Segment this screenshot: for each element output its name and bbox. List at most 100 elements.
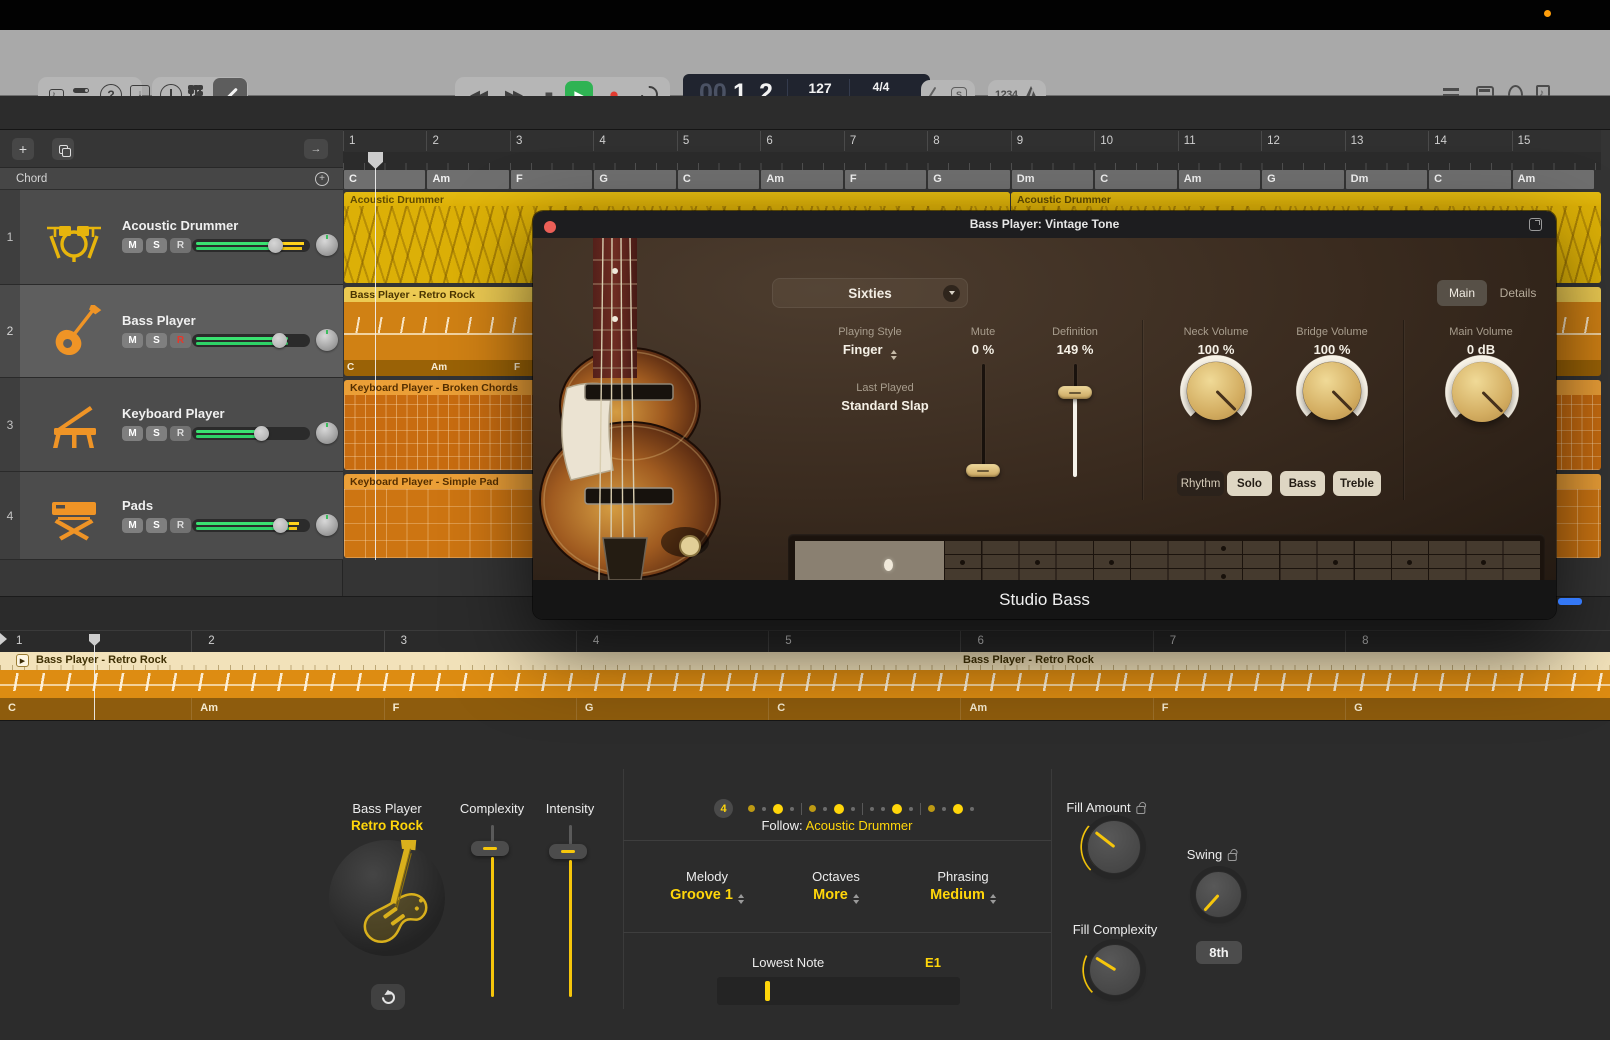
- pattern-dot[interactable]: [834, 804, 844, 814]
- fretboard-display[interactable]: [788, 534, 1545, 580]
- track-name[interactable]: Acoustic Drummer: [122, 218, 238, 233]
- chord-chip[interactable]: F: [845, 170, 926, 189]
- pattern-dot[interactable]: [970, 807, 974, 811]
- track-name[interactable]: Pads: [122, 498, 153, 513]
- complexity-slider-track[interactable]: [491, 857, 494, 997]
- chord-track[interactable]: CAmFGCAmFGDmCAmGDmCAm: [344, 170, 1602, 189]
- pickup-treble-button[interactable]: Treble: [1333, 471, 1381, 496]
- mute-button[interactable]: M: [122, 238, 143, 253]
- volume-slider[interactable]: [192, 519, 310, 532]
- intensity-slider-handle[interactable]: [549, 844, 587, 859]
- lowest-note-handle[interactable]: [765, 981, 770, 1001]
- follow-row[interactable]: Follow: Acoustic Drummer: [623, 818, 1051, 833]
- tick-ruler[interactable]: [343, 152, 1601, 170]
- pattern-dot[interactable]: [881, 807, 885, 811]
- chord-chip[interactable]: Dm: [1346, 170, 1427, 189]
- preset-chevron-icon[interactable]: [943, 285, 960, 302]
- pan-knob[interactable]: [316, 329, 338, 351]
- follow-value[interactable]: Acoustic Drummer: [806, 818, 913, 833]
- pattern-dot[interactable]: [748, 805, 755, 812]
- lowest-note-slider[interactable]: [717, 977, 960, 1005]
- intensity-slider-track[interactable]: [569, 860, 572, 997]
- scroll-indicator[interactable]: [1558, 598, 1582, 605]
- plugin-tab-main[interactable]: Main: [1437, 280, 1487, 306]
- chord-chip[interactable]: G: [928, 170, 1009, 189]
- pattern-dot[interactable]: [920, 803, 921, 815]
- pattern-dot[interactable]: [862, 803, 863, 815]
- chord-chip[interactable]: C: [344, 170, 425, 189]
- plugin-preset-select[interactable]: Sixties: [772, 278, 968, 308]
- pattern-dot[interactable]: [801, 803, 802, 815]
- chord-chip[interactable]: G: [594, 170, 675, 189]
- mute-slider-track[interactable]: [982, 364, 985, 477]
- solo-button[interactable]: S: [146, 333, 167, 348]
- region-play-icon[interactable]: ▶: [16, 654, 29, 667]
- chord-chip[interactable]: G: [1262, 170, 1343, 189]
- pickup-bass-button[interactable]: Bass: [1280, 471, 1325, 496]
- pattern-dot[interactable]: [790, 807, 794, 811]
- chord-chip[interactable]: Dm: [1012, 170, 1093, 189]
- pattern-dot[interactable]: [928, 805, 935, 812]
- chord-chip[interactable]: F: [511, 170, 592, 189]
- plugin-titlebar[interactable]: Bass Player: Vintage Tone: [533, 211, 1556, 238]
- add-track-button[interactable]: +: [12, 138, 34, 160]
- pattern-dot[interactable]: [870, 807, 874, 811]
- pattern-dot[interactable]: [851, 807, 855, 811]
- pattern-dot[interactable]: [823, 807, 827, 811]
- record-enable-button[interactable]: R: [170, 518, 191, 533]
- lock-open-icon[interactable]: [1228, 853, 1237, 861]
- pan-knob[interactable]: [316, 514, 338, 536]
- solo-button[interactable]: S: [146, 518, 167, 533]
- swing-rate-button[interactable]: 8th: [1196, 941, 1242, 964]
- chord-chip[interactable]: C: [678, 170, 759, 189]
- chord-chip[interactable]: C: [1095, 170, 1176, 189]
- pan-knob[interactable]: [316, 234, 338, 256]
- volume-slider[interactable]: [192, 239, 310, 252]
- chord-chip[interactable]: Am: [1179, 170, 1260, 189]
- chord-chip[interactable]: Am: [1513, 170, 1594, 189]
- player-preset[interactable]: Retro Rock: [351, 818, 423, 833]
- octaves-value[interactable]: More: [813, 887, 859, 904]
- plugin-window-bass-player[interactable]: Bass Player: Vintage Tone: [533, 211, 1556, 619]
- bridge-volume-knob[interactable]: [1303, 362, 1361, 420]
- track-name[interactable]: Keyboard Player: [122, 406, 225, 421]
- solo-button[interactable]: S: [146, 238, 167, 253]
- plugin-tab-details[interactable]: Details: [1491, 280, 1545, 306]
- chord-add-icon[interactable]: +: [315, 172, 329, 186]
- mute-button[interactable]: M: [122, 333, 143, 348]
- pattern-dot[interactable]: [892, 804, 902, 814]
- pattern-dot[interactable]: [953, 804, 963, 814]
- volume-slider[interactable]: [192, 334, 310, 347]
- pickup-solo-button[interactable]: Solo: [1227, 471, 1272, 496]
- lock-open-icon[interactable]: [1137, 806, 1146, 814]
- chord-chip[interactable]: Am: [427, 170, 508, 189]
- pattern-dot[interactable]: [909, 807, 913, 811]
- record-enable-button[interactable]: R: [170, 238, 191, 253]
- solo-button[interactable]: S: [146, 426, 167, 441]
- chord-chip[interactable]: C: [1429, 170, 1510, 189]
- editor-region-header[interactable]: ▶ Bass Player - Retro Rock Bass Player -…: [0, 652, 1610, 670]
- fill-complexity-knob[interactable]: [1089, 944, 1141, 996]
- main-volume-knob[interactable]: [1452, 362, 1512, 422]
- duplicate-track-button[interactable]: [52, 138, 74, 160]
- pattern-dot[interactable]: [773, 804, 783, 814]
- phrasing-value[interactable]: Medium: [930, 887, 996, 904]
- definition-slider-handle[interactable]: [1058, 386, 1092, 399]
- playing-style-value[interactable]: Finger: [843, 342, 897, 360]
- chord-chip[interactable]: Am: [761, 170, 842, 189]
- mute-button[interactable]: M: [122, 518, 143, 533]
- fill-amount-knob[interactable]: [1087, 820, 1141, 874]
- pickup-rhythm-button[interactable]: Rhythm: [1177, 471, 1224, 496]
- collapse-panel-button[interactable]: →: [304, 139, 328, 159]
- mute-button[interactable]: M: [122, 426, 143, 441]
- bar-ruler[interactable]: 123456789101112131415: [343, 130, 1601, 152]
- swing-knob[interactable]: [1195, 871, 1242, 918]
- editor-region-notes[interactable]: [0, 670, 1610, 698]
- track-name[interactable]: Bass Player: [122, 313, 196, 328]
- volume-slider[interactable]: [192, 427, 310, 440]
- editor-ruler[interactable]: 12345678: [0, 630, 1610, 652]
- regenerate-button[interactable]: [371, 984, 405, 1010]
- complexity-slider-handle[interactable]: [471, 841, 509, 856]
- track-row-2[interactable]: 2 Bass Player M S R: [0, 285, 343, 378]
- record-enable-button[interactable]: R: [170, 333, 191, 348]
